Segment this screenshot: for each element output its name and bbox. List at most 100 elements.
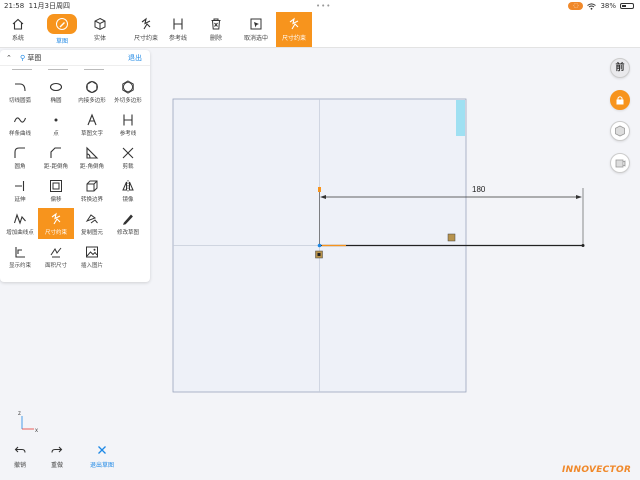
axis-z-label: z — [18, 411, 21, 417]
tool-insert-image[interactable]: 插入图片 — [74, 241, 110, 272]
extend-icon — [15, 181, 25, 191]
lock-icon — [616, 96, 624, 105]
tool-spline[interactable]: 样条曲线 — [2, 109, 38, 140]
sketch-highlight — [47, 14, 77, 34]
toolbar-system-button[interactable]: 系统 — [0, 12, 36, 47]
offset-icon — [50, 180, 62, 192]
view-front-button[interactable]: 前 — [610, 58, 630, 78]
toolbar-sketch-button[interactable]: 草图 — [44, 12, 80, 47]
hint-strip — [456, 100, 465, 136]
fillet-icon — [14, 147, 25, 158]
undo-button[interactable]: 撤销 — [0, 444, 40, 469]
copy-entity-icon — [85, 214, 98, 224]
undo-icon — [14, 446, 26, 453]
wifi-icon — [587, 2, 597, 10]
tool-point[interactable]: 点 — [38, 109, 74, 140]
brand-logo: INNOVECTOR — [562, 465, 632, 475]
reference-line-icon — [123, 114, 133, 126]
deselect-icon — [250, 18, 262, 30]
redo-button[interactable]: 重做 — [37, 444, 77, 469]
bottom-bar: 撤销 重做 退出草图 — [0, 440, 640, 480]
status-pill: ◌ — [568, 2, 584, 10]
trash-icon — [211, 18, 221, 30]
status-bar: 21:58 11月3日周四 ••• ◌ 38% — [0, 0, 640, 12]
view-lock-button[interactable] — [610, 90, 630, 110]
sketch-tree-item[interactable]: ⚲ 草图 — [20, 50, 41, 66]
tool-add-curve-point[interactable]: 增加曲线点 — [2, 208, 38, 239]
ellipse-icon — [49, 82, 63, 92]
tool-chamfer-distance-angle[interactable]: 距-角倒角 — [74, 142, 110, 173]
dimension-icon — [141, 17, 151, 30]
dimension-icon — [51, 212, 61, 225]
view-camera-button[interactable] — [610, 153, 630, 173]
tool-copy-entity[interactable]: 复制图元 — [74, 208, 110, 239]
origin-point[interactable] — [317, 243, 322, 248]
inscribed-polygon-icon — [86, 80, 98, 94]
tool-edit-sketch[interactable]: 修改草图 — [110, 208, 146, 239]
camera-view-icon — [615, 159, 626, 168]
toolbar-reference-line-button[interactable]: 参考线 — [160, 12, 196, 47]
toolbar-dimension-button[interactable]: 尺寸约束 — [128, 12, 164, 47]
battery-level: 38% — [600, 2, 616, 10]
cube-icon — [94, 17, 106, 31]
tool-trim[interactable]: 剪裁 — [110, 142, 146, 173]
point-icon — [54, 118, 58, 122]
panel-exit-button[interactable]: 退出 — [128, 50, 142, 66]
tool-fillet[interactable]: 圆角 — [2, 142, 38, 173]
view-cube-button[interactable] — [610, 121, 630, 141]
tool-extend[interactable]: 延伸 — [2, 175, 38, 206]
edit-sketch-icon — [123, 214, 133, 225]
dimension-arrow-right — [576, 195, 582, 199]
close-icon — [98, 446, 106, 454]
midpoint-constraint-icon[interactable] — [447, 233, 456, 242]
tool-circumscribed-polygon[interactable]: 外切多边形 — [110, 76, 146, 107]
battery-icon — [620, 3, 634, 9]
area-dimension-icon — [50, 247, 62, 258]
reference-line-icon — [173, 18, 183, 30]
circumscribed-polygon-icon — [122, 80, 134, 94]
tool-area-dimension[interactable]: 面积尺寸 — [38, 241, 74, 272]
spline-icon — [13, 117, 27, 123]
constraint-marker — [318, 187, 321, 192]
exit-sketch-button[interactable]: 退出草图 — [82, 444, 122, 469]
panel-scroll-hint — [0, 66, 150, 74]
status-dots: ••• — [316, 2, 332, 10]
line-end-point[interactable] — [581, 244, 585, 247]
chamfer-da-icon — [86, 146, 99, 159]
tool-ellipse[interactable]: 椭圆 — [38, 76, 74, 107]
status-right: ◌ 38% — [568, 0, 634, 12]
tool-offset[interactable]: 偏移 — [38, 175, 74, 206]
tool-dimension-constraint[interactable]: 尺寸约束 — [38, 208, 74, 239]
tool-show-constraint[interactable]: 显示约束 — [2, 241, 38, 272]
convert-edge-icon — [86, 180, 98, 192]
toolbar-deselect-button[interactable]: 取消选中 — [236, 12, 276, 47]
coincident-constraint-dot — [317, 253, 321, 256]
chevron-up-icon[interactable]: ⌃ — [6, 50, 12, 66]
sketch-panel-header: ⌃ ⚲ 草图 退出 — [0, 50, 150, 66]
status-time: 21:58 11月3日周四 — [4, 2, 71, 10]
tool-tangent-arc[interactable]: 切线圆弧 — [2, 76, 38, 107]
toolbar-delete-button[interactable]: 删除 — [198, 12, 234, 47]
mirror-icon — [122, 180, 134, 192]
text-icon — [87, 113, 97, 126]
main-toolbar: 系统 草图 实体 尺寸约束 参考线 删除 取消选中 尺寸约束 — [0, 12, 640, 48]
tangent-arc-icon — [15, 83, 26, 92]
trim-icon — [122, 147, 134, 159]
tool-convert-edge[interactable]: 转换边界 — [74, 175, 110, 206]
show-constraint-icon — [15, 247, 25, 258]
tool-sketch-text[interactable]: 草图文字 — [74, 109, 110, 140]
tool-mirror[interactable]: 镜像 — [110, 175, 146, 206]
toolbar-dimension-active-button[interactable]: 尺寸约束 — [276, 12, 312, 47]
tool-inscribed-polygon[interactable]: 内接多边形 — [74, 76, 110, 107]
insert-image-icon — [86, 246, 98, 258]
add-curve-point-icon — [13, 213, 26, 225]
redo-icon — [51, 446, 63, 453]
pencil-icon — [56, 18, 68, 30]
tool-chamfer-distance-distance[interactable]: 距-距倒角 — [38, 142, 74, 173]
toolbar-solid-button[interactable]: 实体 — [82, 12, 118, 47]
tool-reference-line[interactable]: 参考线 — [110, 109, 146, 140]
axis-x-label: x — [35, 428, 38, 434]
dimension-value[interactable]: 180 — [472, 185, 486, 194]
sketch-panel: ⌃ ⚲ 草图 退出 切线圆弧 椭圆 内接多边形 外切多边形 样条曲线 点 草图文… — [0, 50, 150, 282]
chamfer-dd-icon — [50, 147, 61, 158]
